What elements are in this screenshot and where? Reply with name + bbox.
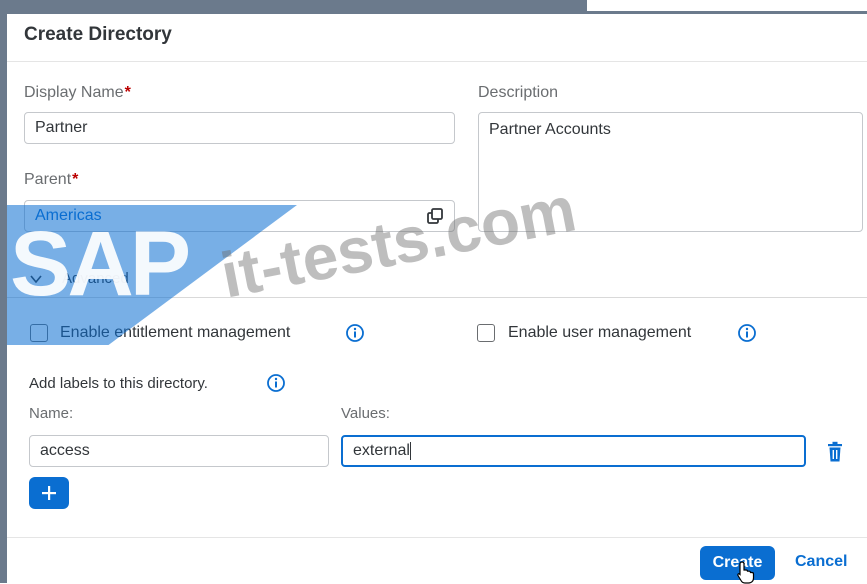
info-icon[interactable] [737, 323, 757, 343]
required-marker: * [124, 84, 131, 101]
info-icon[interactable] [266, 373, 286, 393]
labels-name-header: Name: [29, 405, 74, 422]
required-marker: * [72, 171, 79, 188]
parent-label: Parent* [24, 171, 78, 189]
cancel-button[interactable]: Cancel [795, 553, 847, 571]
add-label-button[interactable] [29, 477, 69, 509]
label-name-value: access [40, 442, 90, 459]
advanced-toggle[interactable]: Advanced [30, 270, 129, 287]
background-app-area [587, 0, 867, 14]
background-app-bar [0, 0, 587, 14]
advanced-label: Advanced [62, 270, 129, 287]
text-caret [409, 442, 411, 460]
enable-user-management-checkbox[interactable] [477, 324, 495, 342]
display-name-label-text: Display Name [24, 84, 124, 101]
footer-divider [7, 537, 867, 538]
background-overlay-edge [0, 0, 7, 583]
header-divider [7, 61, 867, 62]
value-help-icon[interactable] [426, 207, 444, 225]
hand-cursor-icon [737, 561, 755, 584]
info-icon[interactable] [345, 323, 365, 343]
enable-entitlement-label: Enable entitlement management [60, 324, 291, 341]
parent-label-text: Parent [24, 171, 72, 188]
display-name-value: Partner [35, 119, 88, 136]
label-name-input[interactable]: access [29, 435, 329, 467]
enable-entitlement-checkbox[interactable] [30, 324, 48, 342]
dialog-title: Create Directory [24, 24, 172, 45]
display-name-label: Display Name* [24, 84, 131, 102]
parent-input[interactable]: Americas [24, 200, 455, 232]
label-value-input[interactable]: external [341, 435, 806, 467]
plus-icon [42, 486, 56, 500]
advanced-divider [7, 297, 867, 298]
description-textarea[interactable]: Partner Accounts [478, 112, 863, 232]
labels-values-header: Values: [341, 405, 390, 422]
parent-value: Americas [35, 207, 102, 224]
chevron-down-icon [30, 274, 42, 283]
label-value-value: external [353, 442, 410, 459]
trash-icon[interactable] [825, 441, 845, 463]
display-name-input[interactable]: Partner [24, 112, 455, 144]
description-label: Description [478, 84, 559, 101]
labels-heading: Add labels to this directory. [29, 375, 208, 392]
enable-user-management-label: Enable user management [508, 324, 692, 341]
description-value: Partner Accounts [489, 121, 611, 138]
